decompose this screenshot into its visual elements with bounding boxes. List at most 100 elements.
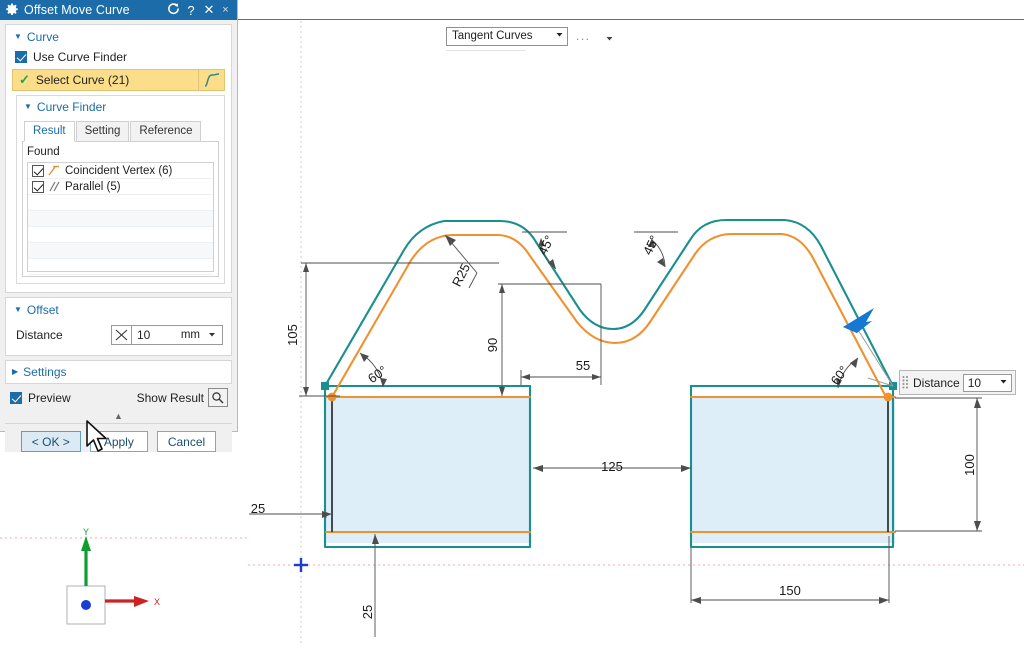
- select-curve-row[interactable]: ✓ Select Curve (21): [12, 69, 225, 91]
- use-curve-finder-label: Use Curve Finder: [33, 50, 127, 64]
- dim-angle-60-left: 60°: [365, 363, 390, 387]
- chevron-down-icon[interactable]: [207, 329, 220, 341]
- offset-group-header[interactable]: ▼ Offset: [12, 301, 225, 321]
- found-list[interactable]: Coincident Vertex (6) Parallel (5): [27, 162, 214, 272]
- chevron-down-icon[interactable]: ▼: [24, 103, 32, 111]
- dim-radius-25: R25: [449, 261, 473, 289]
- dim-angle-45-left: 45°: [535, 233, 557, 257]
- coincident-vertex-icon: [48, 165, 61, 176]
- list-item[interactable]: [28, 211, 213, 227]
- select-curve-field[interactable]: ✓ Select Curve (21): [12, 69, 199, 91]
- distance-input[interactable]: 10 mm: [132, 325, 223, 345]
- floating-distance-box[interactable]: Distance 10: [899, 370, 1016, 395]
- triad-x-label: X: [154, 597, 160, 607]
- measure-icon: [114, 328, 129, 342]
- drag-handle-arrow: [843, 308, 893, 386]
- use-curve-finder-row[interactable]: Use Curve Finder: [12, 48, 225, 69]
- distance-row: Distance 10 mm: [12, 321, 225, 349]
- dialog-titlebar[interactable]: Offset Move Curve ? ✕ ×: [0, 0, 237, 20]
- list-item[interactable]: [28, 195, 213, 211]
- floating-distance-label: Distance: [912, 376, 963, 390]
- curve-group-label: Curve: [27, 30, 59, 44]
- tab-result[interactable]: Result: [24, 121, 75, 142]
- parallel-checkbox[interactable]: [32, 181, 44, 193]
- settings-group-header[interactable]: ▶ Settings: [5, 360, 232, 384]
- close-icon[interactable]: ✕: [200, 2, 218, 18]
- preview-checkbox[interactable]: [10, 392, 22, 404]
- coincident-vertex-label: Coincident Vertex (6): [65, 165, 172, 177]
- toolbar-underline: [446, 50, 526, 51]
- offset-move-curve-dialog[interactable]: Offset Move Curve ? ✕ × ▼ Curve Use Curv…: [0, 0, 238, 432]
- offset-group: ▼ Offset Distance 10 mm: [5, 297, 232, 356]
- dim-width-55: 55: [576, 358, 590, 373]
- measure-button[interactable]: [111, 325, 132, 345]
- dim-width-150: 150: [779, 583, 801, 598]
- show-result-button[interactable]: [208, 388, 228, 407]
- curve-finder-label: Curve Finder: [37, 100, 106, 114]
- drag-grip-icon[interactable]: [902, 375, 909, 391]
- dim-angle-45-right: 45°: [640, 233, 662, 257]
- coordinate-triad: Y X: [67, 527, 160, 624]
- help-icon[interactable]: ?: [182, 3, 200, 18]
- ok-button[interactable]: < OK >: [21, 431, 81, 452]
- tab-setting[interactable]: Setting: [76, 121, 130, 142]
- cancel-button[interactable]: Cancel: [157, 431, 216, 452]
- show-result-label: Show Result: [137, 391, 204, 405]
- dialog-button-bar: < OK > Apply Cancel: [5, 423, 232, 452]
- select-curve-button[interactable]: [199, 69, 225, 91]
- curve-group-header[interactable]: ▼ Curve: [12, 28, 225, 48]
- dim-span-125: 125: [601, 459, 623, 474]
- coincident-vertex-checkbox[interactable]: [32, 165, 44, 177]
- floating-distance-value: 10: [968, 376, 998, 390]
- curve-finder-header[interactable]: ▼ Curve Finder: [22, 98, 219, 118]
- chevron-right-icon[interactable]: ▶: [12, 368, 18, 376]
- check-icon: ✓: [19, 72, 30, 88]
- dim-height-90: 90: [485, 338, 500, 352]
- curve-finder-tabs[interactable]: Result Setting Reference: [24, 121, 219, 142]
- collapse-dialog-button[interactable]: ▲: [5, 407, 232, 423]
- list-item[interactable]: Coincident Vertex (6): [28, 163, 213, 179]
- dim-height-100: 100: [962, 454, 977, 476]
- toolbar-overflow-icon[interactable]: [605, 34, 614, 49]
- gear-icon: [5, 3, 19, 17]
- list-item[interactable]: Parallel (5): [28, 179, 213, 195]
- list-item[interactable]: [28, 227, 213, 243]
- list-item[interactable]: [28, 243, 213, 259]
- triad-y-label: Y: [83, 527, 89, 537]
- distance-value: 10: [137, 328, 181, 342]
- dim-height-105: 105: [285, 324, 300, 346]
- curve-rule-value: Tangent Curves: [452, 30, 554, 42]
- apply-button[interactable]: Apply: [90, 431, 148, 452]
- settings-group-label: Settings: [23, 365, 66, 379]
- distance-unit: mm: [181, 329, 207, 341]
- list-item[interactable]: [28, 259, 213, 275]
- preview-label: Preview: [22, 391, 71, 405]
- distance-label: Distance: [16, 328, 111, 342]
- reset-icon[interactable]: [164, 2, 182, 18]
- floating-distance-input[interactable]: 10: [963, 374, 1012, 392]
- found-panel: Found Coincident Vertex (6): [22, 141, 219, 277]
- select-curve-label: Select Curve (21): [36, 73, 129, 87]
- chevron-down-icon[interactable]: [998, 376, 1009, 390]
- curve-rule-toolbar[interactable]: Tangent Curves ...: [446, 23, 614, 49]
- offset-group-label: Offset: [27, 303, 59, 317]
- dim-offset-25-bottom: 25: [360, 605, 375, 619]
- chevron-down-icon[interactable]: ▼: [14, 306, 22, 314]
- curve-finder-group: ▼ Curve Finder Result Setting Reference …: [16, 95, 225, 284]
- curve-icon: [202, 72, 222, 88]
- use-curve-finder-checkbox[interactable]: [15, 51, 27, 63]
- preview-row: Preview Show Result: [5, 387, 232, 407]
- origin-marker: [294, 558, 308, 572]
- parallel-label: Parallel (5): [65, 181, 121, 193]
- curve-rule-dropdown[interactable]: Tangent Curves: [446, 27, 568, 46]
- chevron-down-icon[interactable]: [554, 29, 565, 43]
- dim-offset-25-left: 25: [251, 501, 265, 516]
- dialog-title: Offset Move Curve: [24, 3, 164, 17]
- parallel-icon: [48, 181, 61, 192]
- chevron-down-icon[interactable]: ▼: [14, 33, 22, 41]
- more-options-button[interactable]: ...: [574, 29, 593, 43]
- outer-close-icon[interactable]: ×: [218, 4, 233, 16]
- dialog-body: ▼ Curve Use Curve Finder ✓ Select Curve …: [0, 20, 237, 452]
- tab-reference[interactable]: Reference: [130, 121, 201, 142]
- curve-group: ▼ Curve Use Curve Finder ✓ Select Curve …: [5, 24, 232, 293]
